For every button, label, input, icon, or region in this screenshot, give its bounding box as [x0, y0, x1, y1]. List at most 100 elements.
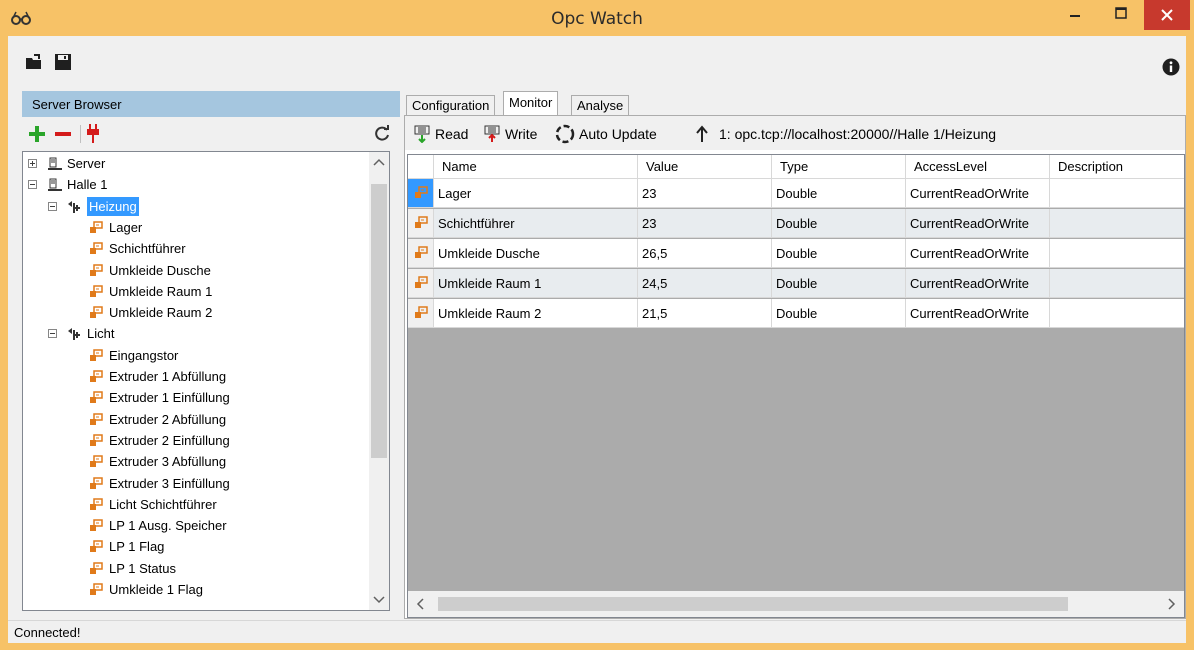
tree-node[interactable]: Extruder 2 Abfüllung: [23, 409, 363, 430]
tree-node-label: Licht: [87, 326, 115, 342]
minimize-button[interactable]: [1052, 0, 1098, 30]
column-header[interactable]: AccessLevel: [906, 155, 1050, 179]
tree-node[interactable]: Extruder 3 Abfüllung: [23, 451, 363, 472]
grid-cell-value[interactable]: 21,5: [638, 299, 772, 328]
plus-icon[interactable]: [28, 125, 46, 143]
column-header[interactable]: Name: [434, 155, 638, 179]
grid-cell-access[interactable]: CurrentReadOrWrite: [906, 299, 1050, 328]
row-header[interactable]: [408, 209, 434, 238]
column-header[interactable]: Description: [1050, 155, 1184, 179]
grid-row[interactable]: Lager 23 Double CurrentReadOrWrite: [408, 179, 1184, 208]
collapse-icon[interactable]: [48, 329, 57, 339]
grid-cell-name[interactable]: Umkleide Raum 2: [434, 299, 638, 328]
column-header[interactable]: Type: [772, 155, 906, 179]
tree-node-label: LP 1 Flag: [109, 539, 165, 555]
tree-node[interactable]: Eingangstor: [23, 345, 363, 366]
tree-node[interactable]: Umkleide Raum 1: [23, 281, 363, 302]
grid-hscrollbar[interactable]: [408, 591, 1184, 617]
tab-monitor[interactable]: Monitor: [503, 91, 559, 116]
row-header[interactable]: [408, 179, 434, 208]
tree-node[interactable]: Halle 1: [23, 174, 363, 195]
grid-cell-name[interactable]: Lager: [434, 179, 638, 208]
grid-cell-value[interactable]: 23: [638, 209, 772, 238]
save-icon[interactable]: [54, 53, 72, 71]
maximize-button[interactable]: [1098, 0, 1144, 30]
tree-node[interactable]: Extruder 1 Einfüllung: [23, 387, 363, 408]
grid-cell-name[interactable]: Umkleide Dusche: [434, 239, 638, 268]
tree-node[interactable]: LP 1 Flag: [23, 536, 363, 557]
minus-icon[interactable]: [54, 125, 72, 143]
grid-cell-description[interactable]: [1050, 269, 1184, 298]
grid-row[interactable]: Umkleide Raum 1 24,5 Double CurrentReadOrWr…: [408, 269, 1184, 298]
row-header[interactable]: [408, 299, 434, 328]
variable-icon: [90, 285, 103, 297]
refresh-icon[interactable]: [374, 125, 390, 141]
grid-row[interactable]: Schichtführer 23 Double CurrentReadOrWrite: [408, 209, 1184, 238]
grid-cell-access[interactable]: CurrentReadOrWrite: [906, 179, 1050, 208]
grid-cell-description[interactable]: [1050, 209, 1184, 238]
tree-node-label: Extruder 3 Einfüllung: [109, 475, 230, 491]
tree-node[interactable]: Extruder 3 Einfüllung: [23, 473, 363, 494]
collapse-icon[interactable]: [48, 201, 57, 211]
grid-cell-type[interactable]: Double: [772, 239, 906, 268]
grid-row[interactable]: Umkleide Dusche 26,5 Double CurrentReadOrWr…: [408, 239, 1184, 268]
tree-node-label: Heizung: [87, 196, 139, 216]
chevron-down-icon[interactable]: [373, 596, 385, 604]
tree-node[interactable]: Server: [23, 153, 363, 174]
tab-configuration[interactable]: Configuration: [406, 95, 496, 115]
tree-node[interactable]: Licht Schichtführer: [23, 494, 363, 515]
tree-scrollbar[interactable]: [369, 152, 389, 610]
tab-analyse[interactable]: Analyse: [571, 95, 630, 115]
tree-node[interactable]: Schichtführer: [23, 238, 363, 259]
column-header[interactable]: Value: [638, 155, 772, 179]
grid-cell-value[interactable]: 24,5: [638, 269, 772, 298]
close-button[interactable]: [1144, 0, 1190, 30]
grid-cell-type[interactable]: Double: [772, 179, 906, 208]
grid-cell-value[interactable]: 26,5: [638, 239, 772, 268]
tree-node[interactable]: Lager: [23, 217, 363, 238]
grid-cell-description[interactable]: [1050, 239, 1184, 268]
grid-cell-description[interactable]: [1050, 299, 1184, 328]
grid-cell-access[interactable]: CurrentReadOrWrite: [906, 269, 1050, 298]
grid-body: Name Value Type AccessLevel Description Lager…: [408, 155, 1184, 591]
monitor-grid: Name Value Type AccessLevel Description Lager…: [407, 154, 1185, 618]
tree-node[interactable]: LP 1 Ausg. Speicher: [23, 515, 363, 536]
collapse-icon[interactable]: [28, 180, 37, 190]
tree-node[interactable]: Extruder 2 Einfüllung: [23, 430, 363, 451]
tree-node[interactable]: LP 1 Status: [23, 558, 363, 579]
tree-node-label: Umkleide Raum 2: [109, 305, 213, 321]
grid-cell-name[interactable]: Umkleide Raum 1: [434, 269, 638, 298]
tree-node[interactable]: Umkleide 1 Flag: [23, 579, 363, 600]
open-folder-icon[interactable]: [25, 53, 43, 71]
grid-cell-type[interactable]: Double: [772, 209, 906, 238]
grid-cell-description[interactable]: [1050, 179, 1184, 208]
tree-node-label: Extruder 1 Einfüllung: [109, 390, 230, 406]
chevron-left-icon[interactable]: [416, 598, 424, 610]
grid-cell-value[interactable]: 23: [638, 179, 772, 208]
chevron-up-icon[interactable]: [373, 158, 385, 166]
tree-node[interactable]: Extruder 1 Abfüllung: [23, 366, 363, 387]
row-header[interactable]: [408, 269, 434, 298]
server-tree[interactable]: Server Halle 1 Heizung Lager Schichtführer Um…: [22, 151, 390, 611]
chevron-right-icon[interactable]: [1168, 598, 1176, 610]
row-header[interactable]: [408, 239, 434, 268]
grid-corner[interactable]: [408, 155, 434, 179]
grid-cell-access[interactable]: CurrentReadOrWrite: [906, 209, 1050, 238]
grid-cell-type[interactable]: Double: [772, 299, 906, 328]
grid-hscroll-thumb[interactable]: [438, 597, 1068, 611]
tree-node[interactable]: Heizung: [23, 196, 363, 217]
tree-node[interactable]: Licht: [23, 323, 363, 344]
info-icon[interactable]: [1162, 58, 1180, 76]
tree-scroll-thumb[interactable]: [371, 184, 387, 458]
title-bar[interactable]: Opc Watch: [0, 0, 1194, 36]
plug-icon[interactable]: [86, 124, 100, 144]
tree-node-label: Eingangstor: [109, 347, 179, 363]
expand-icon[interactable]: [28, 159, 37, 168]
grid-row[interactable]: Umkleide Raum 2 21,5 Double CurrentReadOrWr…: [408, 299, 1184, 328]
tree-node[interactable]: Umkleide Raum 2: [23, 302, 363, 323]
tree-node[interactable]: Umkleide Dusche: [23, 260, 363, 281]
grid-cell-name[interactable]: Schichtführer: [434, 209, 638, 238]
grid-cell-access[interactable]: CurrentReadOrWrite: [906, 239, 1050, 268]
grid-cell-type[interactable]: Double: [772, 269, 906, 298]
server-browser-toolbar: [22, 119, 400, 149]
